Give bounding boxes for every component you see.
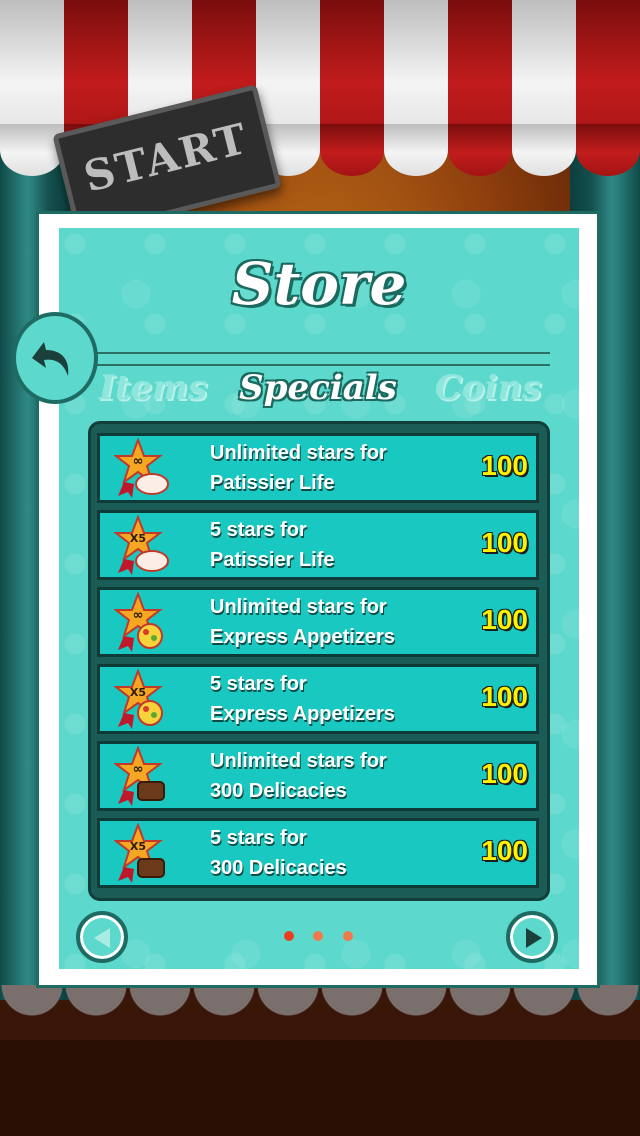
item-title-line1: 5 stars for (210, 673, 307, 695)
store-item-row[interactable]: X5 5 stars for Patissier Life 100 (97, 510, 539, 580)
tab-coins[interactable]: Coins (433, 368, 543, 408)
appetizer-star-icon: X5 (114, 669, 163, 729)
item-title-line2: Express Appetizers (210, 703, 395, 725)
cake-star-icon: ∞ (114, 438, 169, 498)
store-item-row[interactable]: X5 5 stars for Express Appetizers 100 (97, 664, 539, 734)
svg-text:X5: X5 (130, 686, 146, 699)
next-page-button[interactable] (506, 911, 558, 963)
item-title-line1: Unlimited stars for (210, 442, 387, 464)
item-price: 100 (481, 604, 528, 635)
page-dot-3 (343, 931, 353, 941)
title-divider-bottom (88, 364, 550, 366)
item-title-line2: Express Appetizers (210, 626, 395, 648)
store-item-row[interactable]: X5 5 stars for 300 Delicacies 100 (97, 818, 539, 888)
store-item-row[interactable]: ∞ Unlimited stars for Patissier Life 100 (97, 433, 539, 503)
delicacy-star-icon: ∞ (114, 746, 165, 806)
page-dot-2 (313, 931, 323, 941)
svg-text:∞: ∞ (133, 762, 144, 777)
svg-text:∞: ∞ (133, 608, 144, 623)
item-price: 100 (481, 527, 528, 558)
item-title-line2: Patissier Life (210, 549, 335, 571)
item-title-line1: Unlimited stars for (210, 750, 387, 772)
store-title: Store (231, 250, 407, 318)
arrow-left-icon (94, 928, 110, 948)
previous-page-button[interactable] (76, 911, 128, 963)
tab-items[interactable]: Items (98, 368, 208, 408)
tab-specials[interactable]: Specials (238, 368, 398, 408)
store-item-row[interactable]: ∞ Unlimited stars for Express Appetizers… (97, 587, 539, 657)
appetizer-star-icon: ∞ (114, 592, 163, 652)
item-price: 100 (481, 758, 528, 789)
cake-star-icon: X5 (114, 515, 169, 575)
item-price: 100 (481, 450, 528, 481)
item-title-line2: Patissier Life (210, 472, 335, 494)
title-divider-top (88, 352, 550, 354)
item-price: 100 (481, 681, 528, 712)
svg-text:∞: ∞ (133, 454, 144, 469)
store-tabs: Items Specials Coins (88, 368, 550, 418)
arrow-right-icon (526, 928, 542, 948)
item-price: 100 (481, 835, 528, 866)
item-title-line2: 300 Delicacies (210, 857, 347, 879)
bottom-floor (0, 1040, 640, 1136)
svg-text:X5: X5 (130, 532, 146, 545)
item-title-line1: Unlimited stars for (210, 596, 387, 618)
item-title-line1: 5 stars for (210, 519, 307, 541)
item-title-line1: 5 stars for (210, 827, 307, 849)
start-sign-text: START (79, 113, 254, 202)
back-button[interactable] (12, 312, 98, 404)
page-dot-1 (284, 931, 294, 941)
back-arrow-icon (32, 342, 69, 376)
store-item-row[interactable]: ∞ Unlimited stars for 300 Delicacies 100 (97, 741, 539, 811)
delicacy-star-icon: X5 (114, 823, 165, 883)
svg-text:X5: X5 (130, 840, 146, 853)
item-title-line2: 300 Delicacies (210, 780, 347, 802)
